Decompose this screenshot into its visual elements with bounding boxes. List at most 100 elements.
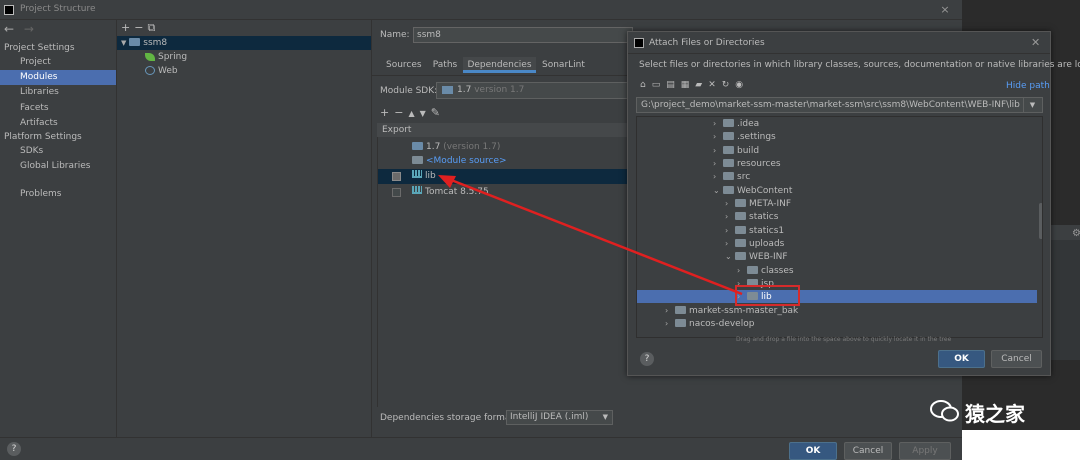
close-icon[interactable]: ✕	[1031, 36, 1040, 49]
cancel-button[interactable]: Cancel	[844, 442, 892, 460]
copy-icon[interactable]: ⧉	[147, 21, 159, 34]
desktop-icon[interactable]: ▭	[652, 80, 667, 90]
tree-row[interactable]: › META-INF	[637, 197, 1037, 210]
module-tree-root[interactable]: ▼ ssm8	[117, 36, 371, 50]
add-icon[interactable]: +	[121, 21, 134, 34]
nav-history: ← →	[4, 22, 34, 36]
nav-item-modules[interactable]: Modules	[0, 70, 116, 85]
hide-path-link[interactable]: Hide path	[1006, 81, 1050, 91]
window-bottom-bar: ? OK Cancel Apply	[0, 437, 962, 460]
nav-item-artifacts[interactable]: Artifacts	[0, 116, 116, 131]
tree-row[interactable]: › market-ssm-master_bak	[637, 304, 1037, 317]
delete-icon[interactable]: ✕	[708, 80, 722, 90]
dependency-row[interactable]: 1.7 (version 1.7)	[378, 140, 628, 155]
tree-scrollbar[interactable]	[1039, 203, 1042, 239]
ok-button[interactable]: OK	[789, 442, 837, 460]
tree-row[interactable]: ⌄ WEB-INF	[637, 250, 1037, 263]
remove-dependency-icon[interactable]: −	[394, 106, 408, 119]
path-field[interactable]: G:\project_demo\market-ssm-master\market…	[636, 97, 1043, 113]
chevron-down-icon[interactable]: ⌄	[713, 184, 723, 197]
gear-icon[interactable]: ⚙	[1072, 228, 1080, 239]
project-icon[interactable]: ▤	[666, 80, 681, 90]
tree-row[interactable]: › statics1	[637, 224, 1037, 237]
nav-item-facets[interactable]: Facets	[0, 101, 116, 116]
module-tree-web[interactable]: Web	[145, 64, 178, 78]
chevron-right-icon[interactable]: ›	[713, 144, 723, 157]
dependency-row[interactable]: <Module source>	[378, 154, 628, 169]
chevron-right-icon[interactable]: ›	[725, 197, 735, 210]
drag-drop-hint: Drag and drop a file into the space abov…	[736, 336, 952, 343]
tab-paths[interactable]: Paths	[432, 57, 458, 73]
chevron-right-icon[interactable]: ›	[665, 304, 675, 317]
chevron-right-icon[interactable]: ›	[725, 237, 735, 250]
tree-row[interactable]: › .settings	[637, 130, 1037, 143]
new-folder-icon[interactable]: ▰	[695, 80, 708, 90]
chevron-right-icon[interactable]: ›	[725, 210, 735, 223]
tree-row[interactable]: › uploads	[637, 237, 1037, 250]
tree-row[interactable]: ⌄ WebContent	[637, 184, 1037, 197]
tree-row[interactable]: › resources	[637, 157, 1037, 170]
show-hidden-icon[interactable]: ◉	[735, 80, 749, 90]
module-tree-spring[interactable]: Spring	[145, 50, 187, 64]
tree-label: META-INF	[749, 199, 792, 209]
tree-row[interactable]: › src	[637, 170, 1037, 183]
name-label: Name:	[380, 30, 410, 40]
chevron-right-icon[interactable]: ›	[665, 317, 675, 330]
close-icon[interactable]: ×	[938, 3, 952, 17]
module-name: ssm8	[143, 38, 168, 48]
tree-label: WebContent	[737, 186, 793, 196]
settings-nav: ← → Project Settings Project Modules Lib…	[0, 20, 117, 437]
nav-item-problems[interactable]: Problems	[0, 187, 116, 202]
forward-arrow-icon[interactable]: →	[24, 22, 34, 36]
dialog-ok-button[interactable]: OK	[938, 350, 985, 368]
dependency-row-lib[interactable]: lib	[378, 169, 628, 184]
tree-row[interactable]: › nacos-develop	[637, 317, 1037, 330]
module-name-field[interactable]: ssm8	[413, 27, 633, 43]
tree-label: .idea	[737, 119, 760, 129]
chevron-right-icon[interactable]: ›	[713, 157, 723, 170]
chevron-right-icon[interactable]: ›	[725, 224, 735, 237]
tab-dependencies[interactable]: Dependencies	[463, 57, 536, 73]
edit-icon[interactable]: ✎	[431, 106, 445, 119]
chevron-right-icon[interactable]: ›	[737, 264, 747, 277]
tree-row-selected[interactable]: › lib	[637, 290, 1037, 303]
nav-item-libraries[interactable]: Libraries	[0, 85, 116, 100]
nav-item-global-libraries[interactable]: Global Libraries	[0, 159, 116, 174]
tree-label: statics1	[749, 226, 785, 236]
attach-files-dialog: Attach Files or Directories ✕ Select fil…	[627, 31, 1080, 376]
chevron-right-icon[interactable]: ›	[713, 130, 723, 143]
tree-row[interactable]: › statics	[637, 210, 1037, 223]
help-icon[interactable]: ?	[640, 352, 654, 366]
module-icon[interactable]: ▦	[681, 80, 696, 90]
home-icon[interactable]: ⌂	[640, 80, 652, 90]
refresh-icon[interactable]: ↻	[722, 80, 736, 90]
tab-sonarlint[interactable]: SonarLint	[542, 57, 585, 73]
tree-row[interactable]: › jsp	[637, 277, 1037, 290]
sdk-value: 1.7	[457, 85, 472, 95]
chevron-down-icon[interactable]: ▼	[1023, 98, 1041, 112]
tree-row[interactable]: › classes	[637, 264, 1037, 277]
nav-item-project[interactable]: Project	[0, 55, 116, 70]
chevron-down-icon[interactable]: ▼	[121, 39, 126, 47]
dialog-cancel-button[interactable]: Cancel	[991, 350, 1042, 368]
dependency-row[interactable]: Tomcat 8.5.75	[378, 185, 628, 200]
help-icon[interactable]: ?	[7, 442, 21, 456]
storage-format-select[interactable]: IntelliJ IDEA (.iml) ▼	[506, 410, 613, 425]
chevron-right-icon[interactable]: ›	[713, 117, 723, 130]
tree-row[interactable]: › build	[637, 144, 1037, 157]
nav-item-sdks[interactable]: SDKs	[0, 144, 116, 159]
apply-button[interactable]: Apply	[899, 442, 951, 460]
export-checkbox[interactable]	[392, 172, 401, 181]
module-sdk-select[interactable]: 1.7 version 1.7	[436, 82, 631, 99]
back-arrow-icon[interactable]: ←	[4, 22, 14, 36]
chevron-right-icon[interactable]: ›	[713, 170, 723, 183]
tab-sources[interactable]: Sources	[386, 57, 422, 73]
add-dependency-icon[interactable]: +	[380, 106, 394, 119]
move-down-icon[interactable]: ▼	[420, 109, 431, 118]
export-column-header[interactable]: Export	[377, 123, 627, 137]
tree-row[interactable]: › .idea	[637, 117, 1037, 130]
move-up-icon[interactable]: ▲	[408, 109, 419, 118]
export-checkbox[interactable]	[392, 188, 401, 197]
chevron-down-icon[interactable]: ⌄	[725, 250, 735, 263]
remove-icon[interactable]: −	[134, 21, 147, 34]
